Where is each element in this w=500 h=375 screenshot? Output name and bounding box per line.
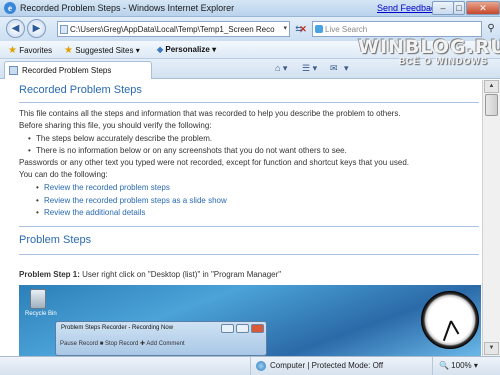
send-feedback-link[interactable]: Send Feedback — [377, 3, 440, 13]
window-title: Recorded Problem Steps - Windows Interne… — [20, 3, 235, 13]
tab-bar: Recorded Problem Steps ⌂ ▾ ☰ ▾ ✉ ▾ — [0, 59, 500, 79]
favorites-bar: ★ Favorites ★ Suggested Sites ▾ ◆ Person… — [0, 41, 500, 59]
page-icon — [60, 25, 68, 34]
section-heading: Problem Steps — [19, 234, 92, 246]
page-icon — [9, 66, 18, 75]
favorites-button[interactable]: ★ Favorites — [8, 45, 52, 56]
minimize-button[interactable]: – — [432, 1, 454, 15]
back-button[interactable]: ◀ — [6, 19, 25, 38]
recorder-window: Problem Steps Recorder - Recording Now P… — [55, 321, 267, 356]
personalize-button[interactable]: ◆ Personalize ▾ — [157, 45, 216, 54]
recorder-toolbar: Pause Record ■ Stop Record ✚ Add Comment — [60, 341, 185, 347]
scroll-down-icon[interactable]: ▼ — [484, 342, 499, 355]
step-screenshot[interactable]: Recycle Bin Problem Steps Recorder - Rec… — [19, 285, 481, 356]
favorites-label: Favorites — [19, 46, 53, 55]
divider — [19, 254, 479, 255]
status-bar: Computer | Protected Mode: Off 🔍 100% ▾ — [0, 356, 500, 375]
scroll-thumb[interactable] — [485, 94, 498, 116]
step-text: User right click on "Desktop (list)" in … — [79, 270, 282, 279]
divider — [432, 357, 433, 375]
mail-icon[interactable]: ✉ — [330, 63, 338, 74]
personalize-icon: ◆ — [157, 45, 164, 54]
review-details-link[interactable]: Review the additional details — [36, 208, 145, 217]
zoom-control[interactable]: 🔍 100% ▾ — [439, 361, 478, 370]
search-placeholder: Live Search — [325, 25, 368, 34]
stop-button[interactable]: ✕ — [296, 22, 310, 36]
home-icon[interactable]: ⌂ ▾ — [275, 63, 287, 74]
tab-label: Recorded Problem Steps — [22, 66, 112, 75]
maximize-button[interactable]: □ — [453, 1, 465, 15]
suggested-sites-button[interactable]: ★ Suggested Sites ▾ — [64, 45, 140, 56]
forward-button[interactable]: ▶ — [27, 19, 46, 38]
clock-gadget-icon — [421, 291, 479, 349]
ie-logo-icon: e — [4, 2, 16, 14]
list-item: There is no information below or on any … — [28, 146, 347, 155]
close-button[interactable]: ✕ — [466, 1, 500, 15]
live-search-icon — [315, 25, 323, 33]
title-bar: e Recorded Problem Steps - Windows Inter… — [0, 0, 500, 17]
clock-hand — [450, 320, 460, 335]
recycle-bin-label: Recycle Bin — [25, 311, 57, 317]
personalize-label: Personalize ▾ — [165, 45, 217, 54]
recycle-bin-icon — [30, 289, 46, 309]
chevron-down-icon[interactable]: ▾ — [283, 24, 287, 32]
divider — [19, 226, 479, 227]
intro-text: This file contains all the steps and inf… — [19, 109, 401, 118]
star-icon: ★ — [8, 45, 17, 56]
problem-step-1: Problem Step 1: User right click on "Des… — [19, 270, 281, 279]
scroll-up-icon[interactable]: ▲ — [484, 80, 499, 93]
search-input[interactable]: Live Search — [312, 21, 482, 37]
chevron-down-icon[interactable]: ▾ — [344, 63, 349, 74]
add-favorite-icon: ★ — [64, 45, 73, 56]
suggested-sites-label: Suggested Sites ▾ — [75, 46, 140, 55]
tab-recorded-problem-steps[interactable]: Recorded Problem Steps — [4, 61, 152, 79]
recorder-title: Problem Steps Recorder - Recording Now — [61, 325, 174, 331]
page-heading: Recorded Problem Steps — [19, 84, 142, 96]
step-label: Problem Step 1: — [19, 270, 80, 279]
list-item: The steps below accurately describe the … — [28, 134, 212, 143]
review-slideshow-link[interactable]: Review the recorded problem steps as a s… — [36, 196, 227, 205]
page-content: Recorded Problem Steps This file contain… — [0, 80, 482, 356]
divider — [19, 102, 479, 103]
intro-text-2: Before sharing this file, you should ver… — [19, 121, 212, 130]
address-text[interactable]: C:\Users\Greg\AppData\Local\Temp\Temp1_S… — [70, 25, 275, 34]
close-icon — [251, 324, 264, 333]
security-zone[interactable]: Computer | Protected Mode: Off — [270, 361, 383, 370]
can-do-text: You can do the following: — [19, 170, 108, 179]
divider — [250, 357, 251, 375]
feeds-icon[interactable]: ☰ ▾ — [302, 63, 317, 74]
globe-icon — [256, 361, 266, 371]
vertical-scrollbar[interactable]: ▲ ▼ — [482, 80, 500, 356]
address-toolbar: ◀ ▶ C:\Users\Greg\AppData\Local\Temp\Tem… — [0, 17, 500, 41]
minimize-icon — [221, 324, 234, 333]
review-steps-link[interactable]: Review the recorded problem steps — [36, 183, 170, 192]
address-field[interactable]: C:\Users\Greg\AppData\Local\Temp\Temp1_S… — [57, 21, 290, 37]
search-button[interactable]: ⚲ — [484, 22, 498, 36]
passwords-note: Passwords or any other text you typed we… — [19, 158, 409, 167]
maximize-icon — [236, 324, 249, 333]
clock-hand — [442, 320, 452, 342]
